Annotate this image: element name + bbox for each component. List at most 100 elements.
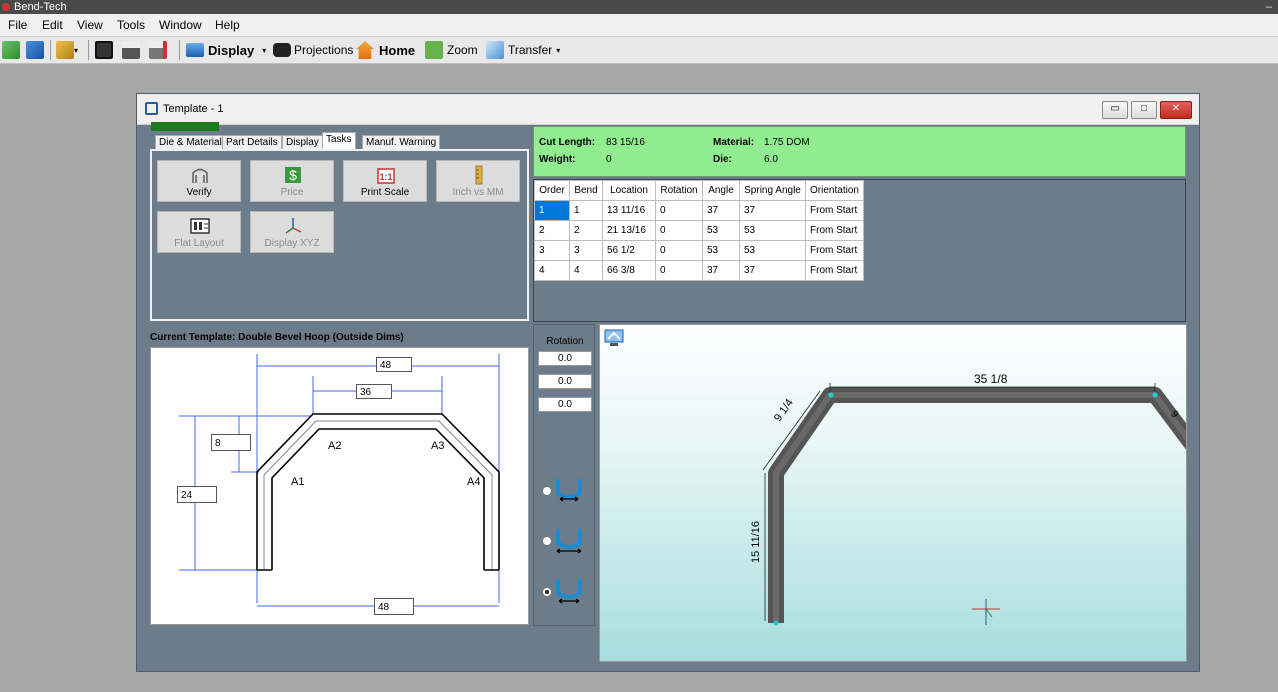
display-xyz-button[interactable]: Display XYZ xyxy=(250,211,334,253)
tab-tasks[interactable]: Tasks xyxy=(322,132,356,150)
tab-manuf-warning[interactable]: Manuf. Warning xyxy=(362,135,441,150)
table-cell[interactable]: 0 xyxy=(655,220,703,241)
table-row[interactable]: 1 1 13 11/16 0 37 37 From Start xyxy=(534,200,864,221)
print-preview-button[interactable] xyxy=(149,40,167,60)
die-option-1-radio[interactable] xyxy=(542,486,552,496)
tab-display[interactable]: Display xyxy=(282,135,323,150)
rotation-z-input[interactable]: 0.0 xyxy=(538,397,592,412)
minimize-button[interactable]: – xyxy=(1266,0,1272,14)
table-cell[interactable]: 13 11/16 xyxy=(602,200,656,221)
die-profile-2-icon xyxy=(556,529,582,554)
price-button[interactable]: $ Price xyxy=(250,160,334,202)
toolbar-separator xyxy=(50,40,51,60)
menu-help[interactable]: Help xyxy=(215,18,240,32)
table-cell[interactable]: From Start xyxy=(805,240,864,261)
dim-top-inner-field[interactable]: 36 xyxy=(356,384,392,399)
table-cell[interactable]: 2 xyxy=(569,220,603,241)
table-cell[interactable]: 37 xyxy=(739,260,806,281)
display-dropdown-button[interactable]: Display ▾ xyxy=(186,40,266,60)
table-cell[interactable]: 37 xyxy=(702,200,740,221)
refresh-icon xyxy=(26,41,44,59)
table-cell[interactable]: 53 xyxy=(739,240,806,261)
dim-bevel-height-field[interactable]: 8 xyxy=(211,434,251,451)
window-close-button[interactable]: ✕ xyxy=(1160,101,1192,119)
zoom-button[interactable]: Zoom xyxy=(425,40,478,60)
table-cell[interactable]: 21 13/16 xyxy=(602,220,656,241)
flat-layout-button[interactable]: Flat Layout xyxy=(157,211,241,253)
table-cell[interactable]: From Start xyxy=(805,200,864,221)
transfer-label: Transfer xyxy=(508,43,553,57)
menu-view[interactable]: View xyxy=(77,18,103,32)
dim-bottom-field[interactable]: 48 xyxy=(374,598,414,615)
table-cell[interactable]: 56 1/2 xyxy=(602,240,656,261)
column-header-order[interactable]: Order xyxy=(534,180,570,201)
rotation-x-input[interactable]: 0.0 xyxy=(538,351,592,366)
table-cell[interactable]: 1 xyxy=(534,200,570,221)
bend-label-a2: A2 xyxy=(328,440,342,452)
menu-window[interactable]: Window xyxy=(159,18,202,32)
print-scale-button[interactable]: 1:1 Print Scale xyxy=(343,160,427,202)
open-folder-icon xyxy=(56,41,74,59)
new-file-button[interactable] xyxy=(2,40,20,60)
projections-button[interactable]: Projections xyxy=(273,40,353,60)
table-cell[interactable]: 53 xyxy=(702,220,740,241)
table-row[interactable]: 2 2 21 13/16 0 53 53 From Start xyxy=(534,220,864,241)
dim-top-outer-field[interactable]: 48 xyxy=(376,357,412,372)
die-option-3-radio[interactable] xyxy=(542,587,552,597)
table-cell[interactable]: 4 xyxy=(534,260,570,281)
table-cell[interactable]: From Start xyxy=(805,220,864,241)
dim-side-height-field[interactable]: 24 xyxy=(177,486,217,503)
tab-die-material[interactable]: Die & Material xyxy=(155,135,226,150)
cut-length-value: 83 15/16 xyxy=(606,137,645,148)
table-cell[interactable]: 2 xyxy=(534,220,570,241)
window-restore-button[interactable]: □ xyxy=(1131,101,1157,119)
tab-part-details[interactable]: Part Details xyxy=(222,135,282,150)
column-header-location[interactable]: Location xyxy=(602,180,656,201)
new-file-icon xyxy=(2,41,20,59)
app-title-bar: Bend-Tech – xyxy=(0,0,1278,14)
save-button[interactable] xyxy=(95,40,113,60)
table-cell[interactable]: 37 xyxy=(702,260,740,281)
die-option-2-radio[interactable] xyxy=(542,536,552,546)
current-template-title: Current Template: Double Bevel Hoop (Out… xyxy=(150,332,404,343)
home-button[interactable]: Home xyxy=(356,40,415,60)
table-cell[interactable]: 53 xyxy=(739,220,806,241)
table-cell[interactable]: 1 xyxy=(569,200,603,221)
column-header-angle[interactable]: Angle xyxy=(702,180,740,201)
column-header-bend[interactable]: Bend xyxy=(569,180,603,201)
table-row[interactable]: 4 4 66 3/8 0 37 37 From Start xyxy=(534,260,864,281)
table-cell[interactable]: From Start xyxy=(805,260,864,281)
bend-tech-logo-icon xyxy=(2,3,10,11)
table-cell[interactable]: 66 3/8 xyxy=(602,260,656,281)
transfer-dropdown-button[interactable]: Transfer ▾ xyxy=(486,40,560,60)
table-cell[interactable]: 3 xyxy=(534,240,570,261)
table-row[interactable]: 3 3 56 1/2 0 53 53 From Start xyxy=(534,240,864,261)
table-cell[interactable]: 0 xyxy=(655,260,703,281)
refresh-button[interactable] xyxy=(26,40,44,60)
table-cell[interactable]: 4 xyxy=(569,260,603,281)
column-header-spring-angle[interactable]: Spring Angle xyxy=(739,180,806,201)
table-cell[interactable]: 3 xyxy=(569,240,603,261)
monitor-icon xyxy=(186,43,204,57)
open-dropdown-button[interactable]: ▾ xyxy=(56,40,78,60)
3d-view-panel[interactable]: 35 1/8 9 1/4 15 11/16 9 xyxy=(599,324,1187,662)
menu-file[interactable]: File xyxy=(8,18,27,32)
print-button[interactable] xyxy=(122,40,140,60)
table-cell[interactable]: 0 xyxy=(655,200,703,221)
bend-table-panel: Order Bend Location Rotation Angle Sprin… xyxy=(533,179,1186,322)
toolbar-separator xyxy=(179,40,180,60)
column-header-rotation[interactable]: Rotation xyxy=(655,180,703,201)
window-minimize-button[interactable]: ▭ xyxy=(1102,101,1128,119)
table-cell[interactable]: 0 xyxy=(655,240,703,261)
table-cell[interactable]: 53 xyxy=(702,240,740,261)
rotation-panel: Rotation 0.0 0.0 0.0 xyxy=(533,324,595,626)
column-header-orientation[interactable]: Orientation xyxy=(805,180,864,201)
inch-vs-mm-button[interactable]: Inch vs MM xyxy=(436,160,520,202)
verify-button[interactable]: Verify xyxy=(157,160,241,202)
table-cell[interactable]: 37 xyxy=(739,200,806,221)
bend-label-a1: A1 xyxy=(291,476,305,488)
rotation-y-input[interactable]: 0.0 xyxy=(538,374,592,389)
chevron-down-icon: ▾ xyxy=(262,45,267,55)
menu-edit[interactable]: Edit xyxy=(42,18,63,32)
menu-tools[interactable]: Tools xyxy=(117,18,145,32)
